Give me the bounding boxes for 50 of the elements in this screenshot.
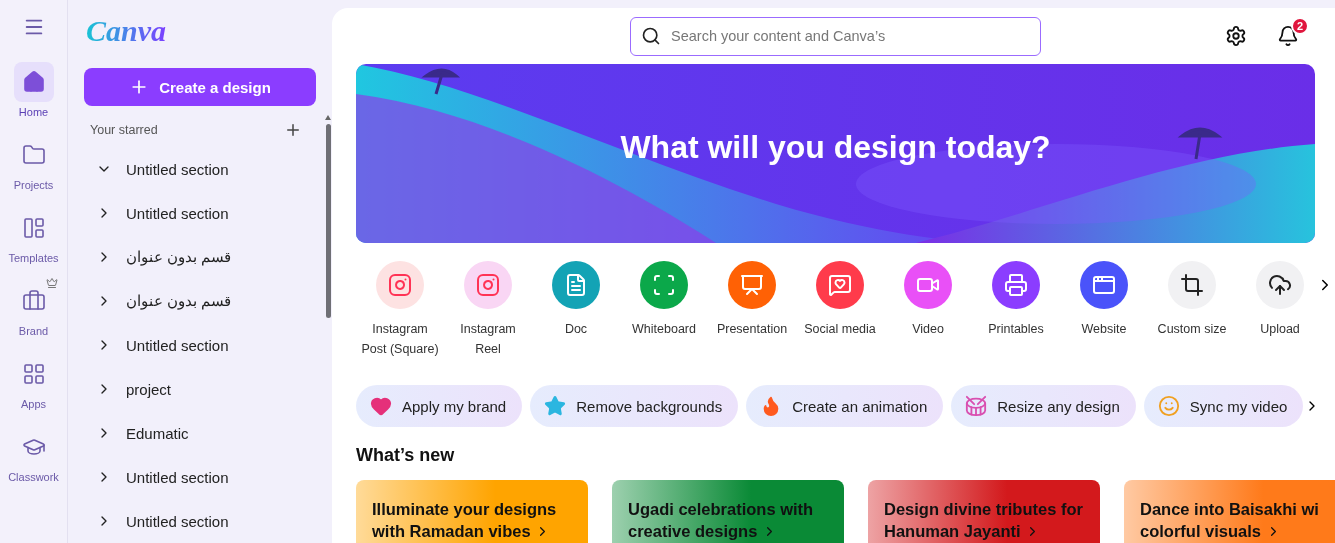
starred-item[interactable]: قسم بدون عنوان xyxy=(84,235,304,279)
feature-card[interactable]: Design divine tributes for Hanuman Jayanti xyxy=(868,480,1100,543)
starred-item[interactable]: Untitled section xyxy=(84,499,304,543)
design-type[interactable]: Website xyxy=(1060,261,1148,339)
quick-action[interactable]: Sync my video xyxy=(1143,385,1304,427)
design-type[interactable]: Printables xyxy=(972,261,1060,339)
item-label: Edumatic xyxy=(126,424,189,442)
starred-item[interactable]: Untitled section xyxy=(84,455,304,499)
starred-item[interactable]: Untitled section xyxy=(84,147,304,191)
feature-card[interactable]: Ugadi celebrations with creative designs xyxy=(612,480,844,543)
design-type[interactable]: Presentation xyxy=(708,261,796,339)
item-label: Untitled section xyxy=(126,512,229,530)
nav-item[interactable]: Brand xyxy=(1,281,66,337)
feature-card[interactable]: Illuminate your designs with Ramadan vibes xyxy=(356,480,588,543)
quick-action[interactable]: Apply my brand xyxy=(356,385,523,427)
banner-title: What will you design today? xyxy=(620,129,1051,166)
quick-action[interactable]: Remove backgrounds xyxy=(530,385,739,427)
starred-item[interactable]: قسم بدون عنوان xyxy=(84,279,304,323)
starred-item[interactable]: Edumatic xyxy=(84,411,304,455)
item-label: Untitled section xyxy=(126,336,229,354)
feature-card[interactable]: Dance into Baisakhi wi colorful visuals xyxy=(1124,480,1335,543)
design-type[interactable]: Instagram Reel xyxy=(444,261,532,359)
design-type[interactable]: Custom size xyxy=(1148,261,1236,339)
nav-item[interactable]: Home xyxy=(1,62,66,118)
quick-action[interactable]: Create an animation xyxy=(746,385,944,427)
section-title: Your starred xyxy=(90,122,158,137)
nav-item[interactable]: Templates xyxy=(1,208,66,264)
starred-item[interactable]: Untitled section xyxy=(84,191,304,235)
search-field[interactable]: Search your content and Canva’s xyxy=(630,16,1041,56)
design-type[interactable]: Upload xyxy=(1236,261,1324,339)
design-type[interactable]: Whiteboard xyxy=(620,261,708,339)
item-label: project xyxy=(126,380,172,398)
item-label: قسم بدون عنوان xyxy=(126,292,232,310)
design-type[interactable]: Doc xyxy=(532,261,620,339)
nav-item[interactable]: Projects xyxy=(1,135,66,191)
nav-item[interactable]: Classwork xyxy=(1,427,66,483)
design-type[interactable]: Social media xyxy=(796,261,884,339)
quick-action[interactable]: Resize any design xyxy=(951,385,1136,427)
starred-item[interactable]: project xyxy=(84,367,304,411)
starred-item[interactable]: Untitled section xyxy=(84,323,304,367)
create-design-button[interactable]: Create a design xyxy=(84,68,316,107)
item-label: Untitled section xyxy=(126,204,229,222)
section-heading: What’s new xyxy=(356,445,456,466)
notification-badge: 2 xyxy=(1291,17,1309,35)
design-type[interactable]: Video xyxy=(884,261,972,339)
nav-item[interactable]: Apps xyxy=(1,354,66,410)
item-label: Untitled section xyxy=(126,468,229,486)
item-label: قسم بدون عنوان xyxy=(126,248,232,266)
design-type[interactable]: Instagram Post (Square) xyxy=(356,261,444,359)
item-label: Untitled section xyxy=(126,160,229,178)
